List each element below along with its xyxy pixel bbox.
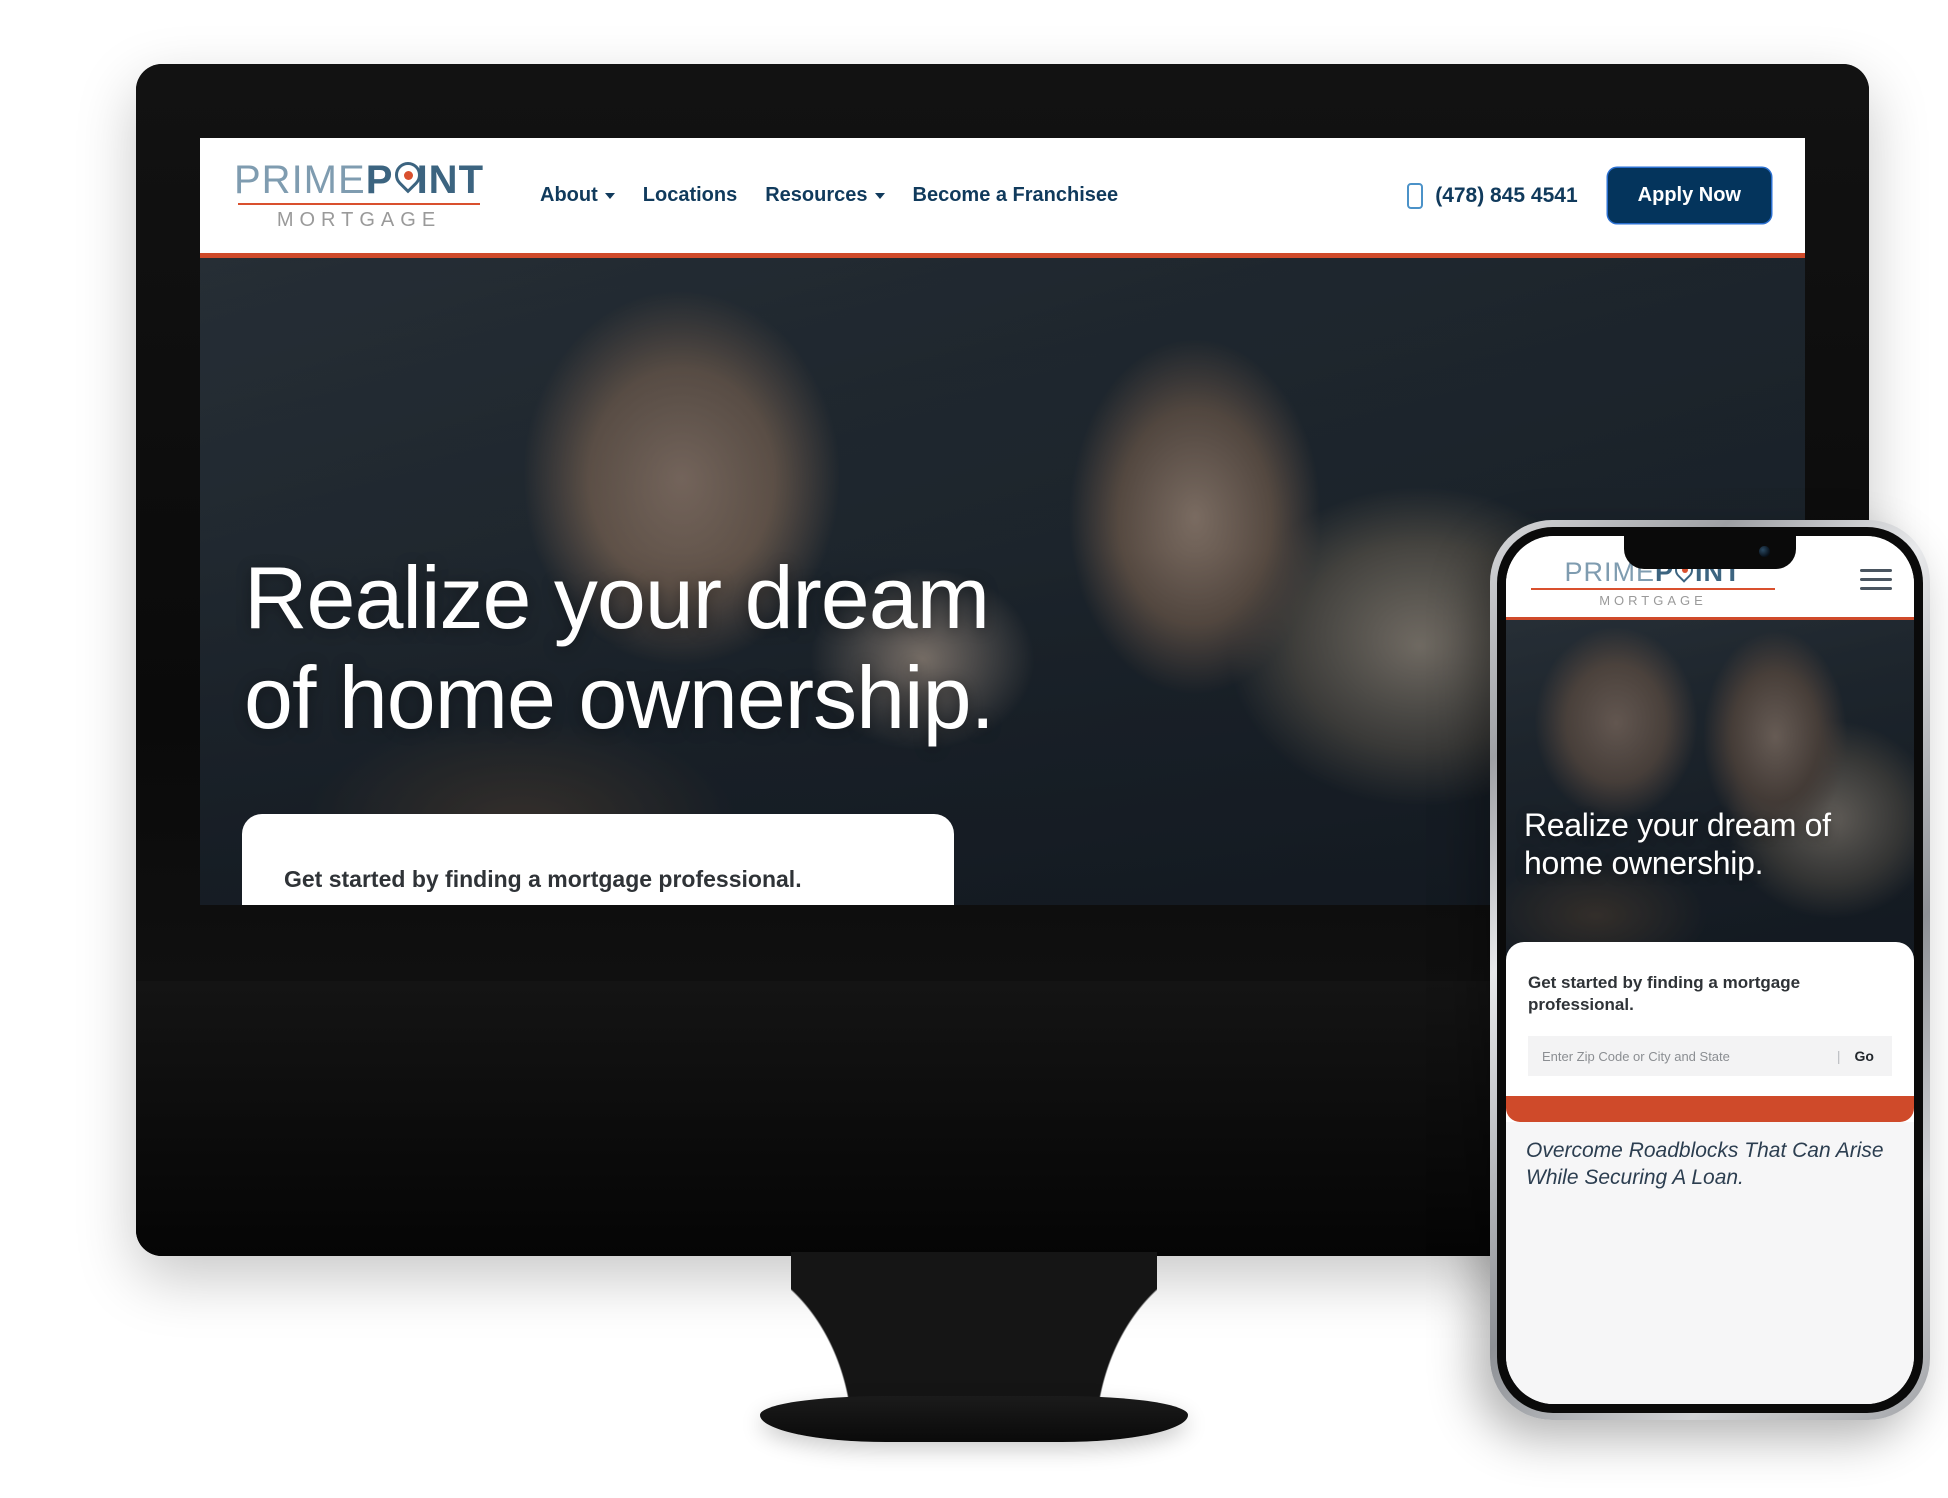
- mockup-stage: PRIME P INT MORTGAGE About Locations Res…: [0, 0, 1948, 1498]
- phone-notch: [1624, 536, 1796, 569]
- search-go-button[interactable]: Go: [1855, 1048, 1878, 1064]
- monitor-stand-base: [760, 1396, 1188, 1442]
- logo-point-p: P: [365, 157, 394, 202]
- header-actions: (478) 845 4541 Apply Now: [1407, 168, 1771, 223]
- hero-search-card: Get started by finding a mortgage profes…: [242, 814, 954, 905]
- mobile-tagline-section: Overcome Roadblocks That Can Arise While…: [1506, 1122, 1914, 1404]
- mobile-accent-bar: [1506, 1096, 1914, 1123]
- map-pin-icon: [389, 156, 427, 200]
- mobile-hero-headline-line1: Realize your dream of: [1524, 807, 1831, 843]
- nav-label-about: About: [540, 184, 598, 206]
- zip-search-input[interactable]: Enter Zip Code or City and State: [1542, 1049, 1823, 1064]
- mobile-tagline-text: Overcome Roadblocks That Can Arise While…: [1526, 1139, 1884, 1190]
- phone-body: PRIME P INT MORTGAGE Realize your dream …: [1497, 527, 1923, 1413]
- chevron-down-icon: [604, 192, 615, 199]
- mobile-search-card: Get started by finding a mortgage profes…: [1506, 942, 1914, 1097]
- chevron-down-icon: [874, 192, 885, 199]
- nav-item-locations[interactable]: Locations: [643, 184, 737, 207]
- phone-screen: PRIME P INT MORTGAGE Realize your dream …: [1506, 536, 1914, 1404]
- search-divider: |: [1836, 1048, 1841, 1065]
- logo-prime-text: PRIME: [234, 157, 366, 202]
- logo-primepoint-mortgage[interactable]: PRIME P INT MORTGAGE: [234, 156, 484, 232]
- nav-item-resources[interactable]: Resources: [765, 184, 885, 207]
- nav-label-resources: Resources: [765, 184, 868, 206]
- phone-number-link[interactable]: (478) 845 4541: [1407, 182, 1578, 209]
- hero-headline-line1: Realize your dream: [244, 548, 990, 647]
- nav-item-become-a-franchisee[interactable]: Become a Franchisee: [913, 184, 1119, 207]
- mobile-hero-overlay: [1506, 620, 1914, 964]
- hero-headline-line2: of home ownership.: [244, 648, 995, 748]
- logo-accent-rule: [238, 202, 480, 205]
- nav-item-about[interactable]: About: [540, 184, 615, 207]
- nav-label-franchisee: Become a Franchisee: [912, 184, 1119, 206]
- apply-now-button[interactable]: Apply Now: [1607, 168, 1771, 223]
- site-header: PRIME P INT MORTGAGE About Locations Res…: [200, 138, 1805, 258]
- phone-number-text: (478) 845 4541: [1435, 183, 1578, 207]
- mobile-hero: Realize your dream of home ownership.: [1506, 620, 1914, 964]
- mobile-zip-search-row: Enter Zip Code or City and State | Go: [1528, 1036, 1892, 1077]
- mobile-phone-mockup: PRIME P INT MORTGAGE Realize your dream …: [1490, 520, 1930, 1420]
- nav-label-locations: Locations: [642, 184, 738, 206]
- mobile-card-title: Get started by finding a mortgage profes…: [1528, 973, 1801, 1015]
- mobile-logo-subtitle: MORTGAGE: [1599, 592, 1707, 608]
- logo-point-int: INT: [416, 157, 484, 202]
- primary-nav: About Locations Resources Become a Franc…: [540, 184, 1118, 207]
- logo-subtitle: MORTGAGE: [276, 208, 442, 231]
- hamburger-menu-icon[interactable]: [1860, 569, 1892, 598]
- mobile-hero-headline: Realize your dream of home ownership.: [1524, 806, 1904, 883]
- mobile-hero-headline-line2: home ownership.: [1524, 845, 1764, 882]
- hero-headline: Realize your dream of home ownership.: [244, 548, 995, 749]
- mobile-phone-icon: [1407, 182, 1424, 209]
- mobile-logo-accent-rule: [1531, 588, 1775, 590]
- hero-card-title: Get started by finding a mortgage profes…: [284, 866, 802, 892]
- front-camera-icon: [1759, 546, 1770, 557]
- logo-wordmark: PRIME P INT: [234, 156, 484, 202]
